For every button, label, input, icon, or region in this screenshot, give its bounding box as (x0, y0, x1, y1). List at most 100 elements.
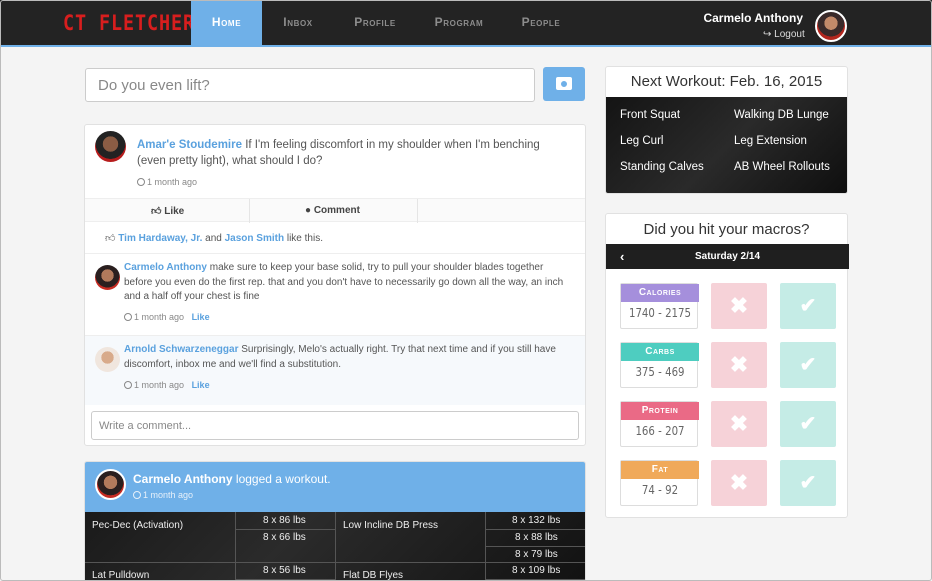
comment-time: 1 month ago (134, 312, 185, 322)
clock-icon (137, 178, 145, 186)
hit-button[interactable]: ✔ (780, 460, 836, 506)
missed-button[interactable]: ✖ (711, 460, 767, 506)
post-actions: 👍︎ Like ● Comment (85, 198, 585, 223)
status-input[interactable]: Do you even lift? (85, 68, 535, 102)
hit-button[interactable]: ✔ (780, 342, 836, 388)
divider (235, 579, 335, 580)
liker-link[interactable]: Tim Hardaway, Jr. (118, 233, 202, 244)
next-workout-list: Front Squat Walking DB Lunge Leg Curl Le… (606, 97, 847, 193)
workout-set: 8 x 132 lbs (512, 515, 561, 526)
check-icon: ✔ (799, 413, 817, 435)
workout-time: 1 month ago (143, 490, 194, 500)
exercise-item[interactable]: Leg Curl (620, 135, 663, 147)
exercise-item[interactable]: Walking DB Lunge (734, 109, 829, 121)
next-workout-card: Next Workout: Feb. 16, 2015 Front Squat … (605, 66, 848, 194)
author-avatar[interactable] (95, 469, 126, 500)
workout-author-link[interactable]: Carmelo Anthony (133, 472, 233, 486)
comment-avatar[interactable] (95, 347, 120, 372)
macro-range: 1740 - 2175 (628, 306, 692, 320)
likes-summary: 👍︎ Tim Hardaway, Jr. and Jason Smith lik… (105, 232, 323, 244)
logout-label: Logout (774, 29, 805, 40)
workout-post-header: Carmelo Anthony logged a workout. 1 mont… (85, 462, 585, 512)
exercise-item[interactable]: Leg Extension (734, 135, 807, 147)
workout-set: 8 x 56 lbs (263, 565, 306, 576)
liker-link[interactable]: Jason Smith (225, 233, 284, 244)
check-icon: ✔ (799, 295, 817, 317)
macro-row-calories: Calories 1740 - 2175 ✖ ✔ (620, 283, 836, 329)
close-icon: ✖ (729, 293, 749, 318)
missed-button[interactable]: ✖ (711, 283, 767, 329)
macro-name: Carbs (621, 343, 699, 361)
comment-meta: 1 month ago Like (124, 312, 210, 322)
missed-button[interactable]: ✖ (711, 342, 767, 388)
write-comment-input[interactable]: Write a comment... (91, 411, 579, 440)
comment-meta: 1 month ago Like (124, 380, 210, 390)
exercise-item[interactable]: Front Squat (620, 109, 680, 121)
post-timestamp: 1 month ago (137, 177, 197, 187)
macro-label-box: Calories 1740 - 2175 (620, 283, 699, 329)
divider (485, 546, 585, 547)
day-selector: ‹ Saturday 2/14 (606, 244, 849, 269)
exercise-item[interactable]: AB Wheel Rollouts (734, 161, 830, 173)
tab-inbox[interactable]: Inbox (270, 0, 326, 45)
photo-upload-button[interactable] (543, 67, 585, 101)
macro-range: 375 - 469 (635, 365, 685, 379)
comment-like-link[interactable]: Like (192, 380, 210, 390)
close-icon: ✖ (729, 470, 749, 495)
workout-exercise: Flat DB Flyes (343, 570, 404, 581)
camera-icon (556, 77, 572, 90)
workout-set: 8 x 86 lbs (263, 515, 306, 526)
workout-exercise: Low Incline DB Press (343, 520, 439, 531)
macro-label-box: Carbs 375 - 469 (620, 342, 699, 388)
macro-label-box: Fat 74 - 92 (620, 460, 699, 506)
post-time-label: 1 month ago (147, 177, 198, 187)
author-avatar[interactable] (95, 131, 126, 162)
workout-exercise: Lat Pulldown (92, 570, 150, 581)
user-avatar[interactable] (815, 10, 847, 42)
tab-home[interactable]: Home (191, 0, 262, 45)
comment-time: 1 month ago (134, 380, 185, 390)
tab-program[interactable]: Program (425, 0, 493, 45)
macro-name: Fat (621, 461, 699, 479)
divider (485, 529, 585, 530)
workout-post: Carmelo Anthony logged a workout. 1 mont… (84, 461, 586, 581)
missed-button[interactable]: ✖ (711, 401, 767, 447)
macro-range: 166 - 207 (635, 424, 685, 438)
comment-author-link[interactable]: Carmelo Anthony (124, 262, 207, 273)
check-icon: ✔ (799, 354, 817, 376)
logout-link[interactable]: ↪ Logout (763, 29, 805, 40)
macro-name: Calories (621, 284, 699, 302)
comment-like-link[interactable]: Like (192, 312, 210, 322)
macros-title: Did you hit your macros? (643, 221, 810, 238)
tab-profile[interactable]: Profile (345, 0, 405, 45)
macro-name: Protein (621, 402, 699, 420)
post-author-link[interactable]: Amar'e Stoudemire (137, 139, 242, 151)
comment-avatar[interactable] (95, 265, 120, 290)
current-user-name[interactable]: Carmelo Anthony (603, 11, 803, 25)
workout-set: 8 x 79 lbs (515, 549, 558, 560)
hit-button[interactable]: ✔ (780, 283, 836, 329)
app-logo[interactable]: CT FLETCHER (63, 11, 195, 35)
likes-and: and (205, 233, 222, 244)
clock-icon (133, 491, 141, 499)
chevron-left-icon[interactable]: ‹ (620, 244, 624, 269)
macro-row-carbs: Carbs 375 - 469 ✖ ✔ (620, 342, 836, 388)
day-label: Saturday 2/14 (694, 251, 761, 262)
close-icon: ✖ (729, 411, 749, 436)
like-label: Like (164, 206, 185, 217)
like-button[interactable]: 👍︎ Like (151, 205, 184, 217)
workout-table: Pec-Dec (Activation) 8 x 86 lbs 8 x 66 l… (85, 512, 585, 581)
tab-people[interactable]: People (515, 0, 567, 45)
top-navbar: CT FLETCHER Home Inbox Profile Program P… (0, 0, 932, 47)
comment-button[interactable]: ● Comment (305, 205, 360, 216)
comment-label: Comment (313, 205, 360, 216)
likes-suffix: like this. (286, 233, 323, 244)
macros-card: Did you hit your macros? ‹ Saturday 2/14… (605, 213, 849, 518)
workout-action: logged a workout. (235, 472, 331, 486)
comment-author-link[interactable]: Arnold Schwarzeneggar (124, 344, 238, 355)
divider (485, 579, 585, 580)
workout-exercise: Pec-Dec (Activation) (92, 520, 184, 531)
divider (235, 512, 236, 581)
exercise-item[interactable]: Standing Calves (620, 161, 704, 173)
hit-button[interactable]: ✔ (780, 401, 836, 447)
